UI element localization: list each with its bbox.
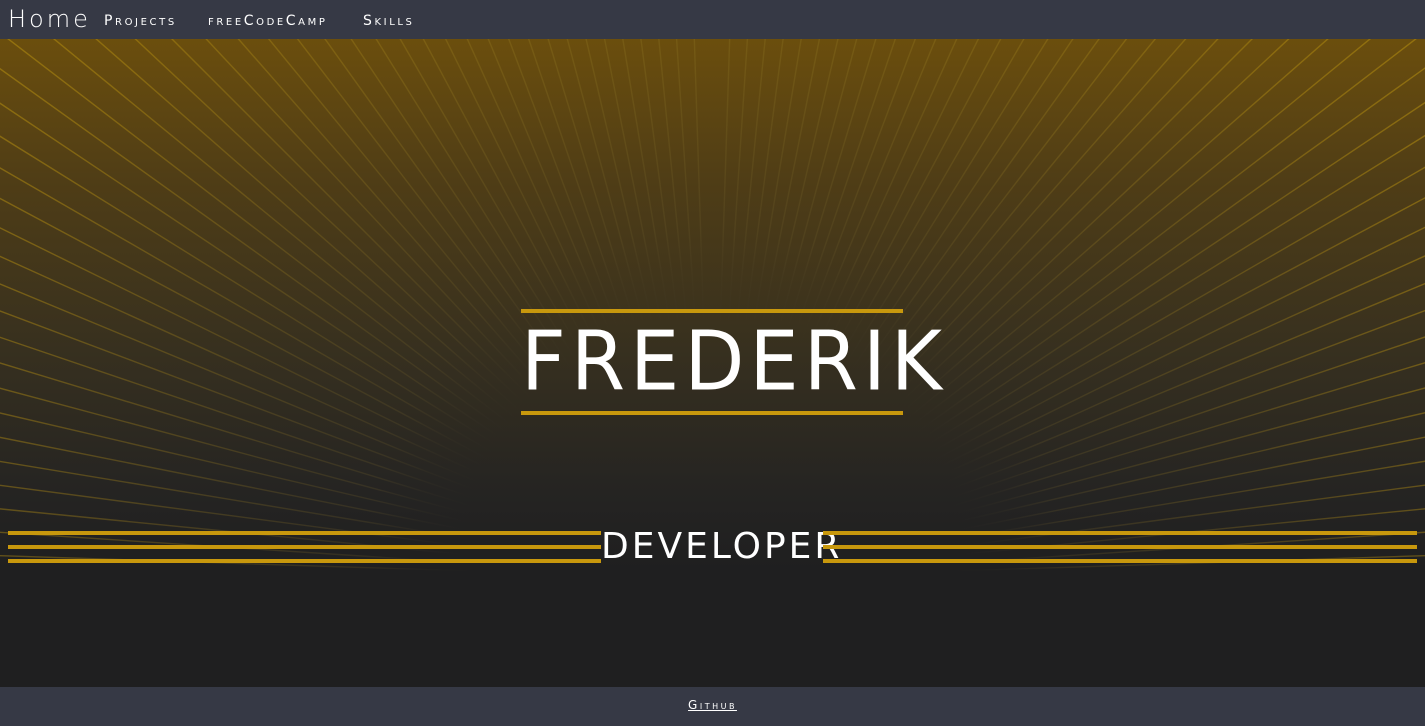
gold-line bbox=[823, 545, 1417, 549]
name-block: FREDERIK bbox=[521, 309, 948, 416]
github-link[interactable]: Github bbox=[0, 698, 1425, 712]
developer-left-lines bbox=[8, 531, 601, 565]
footer: Github bbox=[0, 687, 1425, 726]
nav-projects-link[interactable]: Projects bbox=[104, 13, 177, 29]
hero-name: FREDERIK bbox=[521, 314, 948, 410]
gold-line bbox=[8, 545, 601, 549]
top-navigation: Home Projects freeCodeCamp Skills bbox=[0, 0, 1425, 39]
hero-section: FREDERIK DEVELOPER bbox=[0, 39, 1425, 686]
gold-line bbox=[823, 531, 1417, 535]
hero-role: DEVELOPER bbox=[601, 526, 843, 567]
nav-home-link[interactable]: Home bbox=[8, 5, 91, 33]
gold-line bbox=[8, 559, 601, 563]
name-bottom-rule bbox=[521, 411, 903, 415]
page: Home Projects freeCodeCamp Skills FREDER… bbox=[0, 0, 1425, 726]
nav-skills-link[interactable]: Skills bbox=[363, 13, 414, 29]
developer-right-lines bbox=[823, 531, 1417, 565]
gold-line bbox=[823, 559, 1417, 563]
name-top-rule bbox=[521, 309, 903, 313]
nav-freecodecamp-link[interactable]: freeCodeCamp bbox=[208, 13, 327, 29]
gold-line bbox=[8, 531, 601, 535]
